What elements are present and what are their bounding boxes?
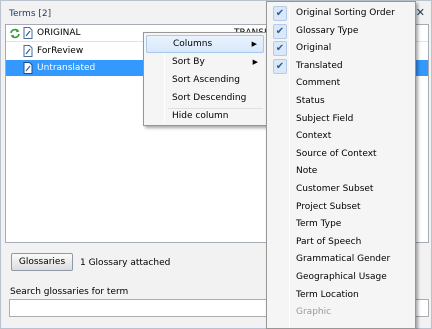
menu-item-sort-by[interactable]: Sort By ▶ xyxy=(146,53,264,71)
menu-item-label: Sort Descending xyxy=(172,93,247,103)
column-option-label: Status xyxy=(296,96,325,106)
context-menu: Columns ▶ Sort By ▶ Sort Ascending Sort … xyxy=(143,32,267,126)
column-option-label: Glossary Type xyxy=(296,25,359,36)
column-option-customer-subset[interactable]: Customer Subset xyxy=(269,181,413,199)
column-option-subject-field[interactable]: Subject Field xyxy=(269,111,413,129)
column-option-graphic: Graphic xyxy=(269,304,413,322)
column-option-label: Project Subset xyxy=(296,201,361,212)
search-label: Search glossaries for term xyxy=(10,287,129,297)
column-option-term-location[interactable]: Term Location xyxy=(269,287,413,305)
menu-item-sort-ascending[interactable]: Sort Ascending xyxy=(146,71,264,89)
glossaries-button[interactable]: Glossaries xyxy=(11,253,73,271)
menu-item-columns[interactable]: Columns ▶ xyxy=(146,35,264,53)
column-option-label: Term Location xyxy=(296,289,359,300)
document-icon xyxy=(23,45,33,57)
glossary-attached-text: 1 Glossary attached xyxy=(80,258,171,268)
list-item-label: ForReview xyxy=(37,46,84,56)
column-option-note[interactable]: Note xyxy=(269,163,413,181)
column-option-label: Customer Subset xyxy=(296,184,374,194)
column-option-label: Source of Context xyxy=(296,148,377,159)
column-option-label: Comment xyxy=(296,78,341,89)
submenu-arrow-icon: ▶ xyxy=(251,40,257,48)
column-option-original[interactable]: ✔ Original xyxy=(269,40,413,58)
menu-item-label: Sort By xyxy=(172,57,205,67)
column-option-label: Translated xyxy=(296,60,343,71)
column-option-label: Subject Field xyxy=(296,113,354,124)
sync-arrows-icon[interactable] xyxy=(9,28,21,39)
column-option-term-type[interactable]: Term Type xyxy=(269,216,413,234)
column-option-part-of-speech[interactable]: Part of Speech xyxy=(269,234,413,252)
column-option-project-subset[interactable]: Project Subset xyxy=(269,199,413,217)
column-option-geographical-usage[interactable]: Geographical Usage xyxy=(269,269,413,287)
column-option-source-of-context[interactable]: Source of Context xyxy=(269,146,413,164)
column-option-label: Note xyxy=(296,166,318,177)
column-header-original[interactable]: ORIGINAL xyxy=(37,26,81,41)
panel-title: Terms [2] xyxy=(9,9,52,19)
menu-item-label: Hide column xyxy=(172,111,229,121)
column-option-label: Term Type xyxy=(296,219,342,230)
document-icon xyxy=(23,27,33,39)
menu-item-label: Sort Ascending xyxy=(172,75,240,85)
checkmark-icon: ✔ xyxy=(273,23,287,39)
column-option-comment[interactable]: Comment xyxy=(269,75,413,93)
columns-submenu: ✔ Original Sorting Order ✔ Glossary Type ✔ Or… xyxy=(266,1,416,329)
column-option-translated[interactable]: ✔ Translated xyxy=(269,58,413,76)
column-option-label: Original xyxy=(296,43,332,54)
column-option-context[interactable]: Context xyxy=(269,128,413,146)
column-option-glossary-type[interactable]: ✔ Glossary Type xyxy=(269,23,413,41)
column-option-label: Geographical Usage xyxy=(296,272,387,282)
submenu-arrow-icon: ▶ xyxy=(252,58,258,66)
menu-item-hide-column[interactable]: Hide column xyxy=(146,107,264,125)
column-option-label: Original Sorting Order xyxy=(296,8,395,18)
checkmark-icon: ✔ xyxy=(273,41,287,57)
column-option-grammatical-gender[interactable]: Grammatical Gender xyxy=(269,251,413,269)
column-option-label: Graphic xyxy=(296,307,332,318)
checkmark-icon: ✔ xyxy=(273,58,287,74)
close-icon[interactable]: ✕ xyxy=(416,6,425,20)
list-item-label: Untranslated xyxy=(37,63,96,73)
document-icon xyxy=(23,62,33,74)
column-option-label: Grammatical Gender xyxy=(296,254,391,265)
checkmark-icon: ✔ xyxy=(273,6,287,21)
menu-item-label: Columns xyxy=(173,39,213,49)
column-option-original-sorting-order[interactable]: ✔ Original Sorting Order xyxy=(269,5,413,23)
column-option-label: Part of Speech xyxy=(296,236,362,247)
column-option-status[interactable]: Status xyxy=(269,93,413,111)
menu-item-sort-descending[interactable]: Sort Descending xyxy=(146,89,264,107)
column-option-label: Context xyxy=(296,131,332,142)
